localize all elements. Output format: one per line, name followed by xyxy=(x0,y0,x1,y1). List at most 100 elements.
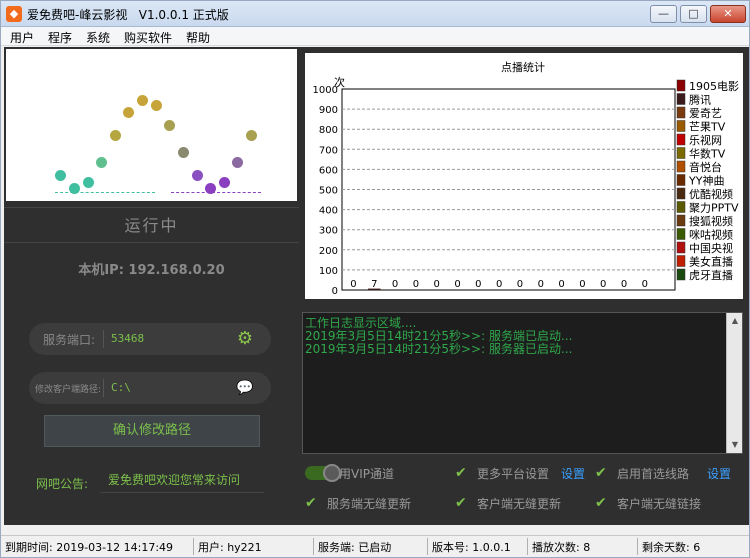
notice-input[interactable]: 爱免费吧欢迎您常来访问 xyxy=(100,467,264,493)
play-stats-chart: 点播统计 次 0 100 200 300 400 500 600 700 800 900 1000 0… xyxy=(305,53,743,299)
preferred-route-label: 启用首选线路 xyxy=(617,467,690,481)
client-path-field[interactable]: 修改客户端路径: C:\ 💬 xyxy=(29,372,271,404)
legend-label: YY神曲 xyxy=(688,174,724,188)
legend-swatch xyxy=(676,228,686,240)
y-tick-label: 900 xyxy=(319,105,338,116)
service-port-field[interactable]: 服务端口: 53468 ⚙ xyxy=(29,323,271,355)
vip-channel-toggle[interactable] xyxy=(305,464,341,482)
animation-dot xyxy=(110,130,121,141)
status-divider xyxy=(193,538,194,555)
bar-data-label: 7 xyxy=(371,279,377,290)
status-play-count: 播放次数: 8 xyxy=(532,541,591,554)
animation-dot xyxy=(232,157,243,168)
legend-swatch xyxy=(676,201,686,213)
bar-data-label: 0 xyxy=(413,279,419,290)
y-tick-label: 100 xyxy=(319,266,338,277)
legend-label: 乐视网 xyxy=(689,133,722,147)
legend-swatch xyxy=(676,174,686,186)
legend-label: 芒果TV xyxy=(689,121,726,134)
server-update-label: 服务端无缝更新 xyxy=(327,497,412,511)
status-divider xyxy=(313,538,314,555)
app-logo-icon: ◆ xyxy=(6,6,22,22)
menu-buy-software[interactable]: 购买软件 xyxy=(124,29,172,46)
animation-dot xyxy=(55,170,66,181)
scroll-up-icon[interactable]: ▲ xyxy=(727,313,743,329)
gear-icon[interactable]: ⚙ xyxy=(235,329,255,349)
legend-label: 美女直播 xyxy=(689,255,733,269)
chart-title: 点播统计 xyxy=(501,60,545,74)
client-update-label: 客户端无缝更新 xyxy=(477,497,562,511)
maximize-button[interactable]: □ xyxy=(680,5,707,23)
service-port-value[interactable]: 53468 xyxy=(111,332,144,345)
notice-label: 网吧公告: xyxy=(36,477,89,491)
client-path-label: 修改客户端路径: xyxy=(35,385,102,395)
legend-label: 咪咕视频 xyxy=(689,228,733,242)
bar-data-label: 0 xyxy=(642,279,648,290)
legend-label: 搜狐视频 xyxy=(689,214,733,228)
legend-swatch xyxy=(676,133,686,146)
field-divider xyxy=(103,330,104,348)
menu-user[interactable]: 用户 xyxy=(10,29,34,46)
bar-data-label: 0 xyxy=(475,279,481,290)
vip-channel-label: 用VIP通道 xyxy=(339,467,394,481)
legend-label: 虎牙直播 xyxy=(689,268,733,282)
check-icon[interactable]: ✔ xyxy=(455,466,469,480)
right-panel: 点播统计 次 0 100 200 300 400 500 600 700 800 900 1000 0… xyxy=(299,47,749,525)
status-divider xyxy=(427,538,428,555)
local-ip: 本机IP: 192.168.0.20 xyxy=(78,263,225,278)
animation-dot xyxy=(246,130,257,141)
check-icon[interactable]: ✔ xyxy=(595,496,609,510)
log-line: 2019年3月5日14时21分5秒>>: 服务器已启动... xyxy=(305,342,573,356)
bar-data-label: 0 xyxy=(434,279,440,290)
legend-label: 腾讯 xyxy=(689,93,711,107)
menu-program[interactable]: 程序 xyxy=(48,29,72,46)
animation-dot xyxy=(96,157,107,168)
more-platform-label: 更多平台设置 xyxy=(477,467,550,481)
animation-dot xyxy=(164,120,175,131)
close-button[interactable]: ✕ xyxy=(710,5,746,23)
bar-data-label: 0 xyxy=(579,279,585,290)
app-window: ◆ 爱免费吧-峰云影视 V1.0.0.1 正式版 — □ ✕ 用户 程序 系统 … xyxy=(0,0,750,558)
confirm-path-button[interactable]: 确认修改路径 xyxy=(44,415,260,447)
legend-label: 华数TV xyxy=(689,147,726,161)
chat-icon[interactable]: 💬 xyxy=(235,378,255,398)
y-tick-label: 500 xyxy=(319,186,338,197)
preferred-route-settings-link[interactable]: 设置 xyxy=(707,465,731,482)
client-path-value[interactable]: C:\ xyxy=(111,381,131,394)
status-days-left: 剩余天数: 6 xyxy=(642,541,701,554)
legend-swatch xyxy=(676,93,686,105)
minimize-button[interactable]: — xyxy=(650,5,677,23)
animation-dot xyxy=(151,100,162,111)
bar-data-label: 0 xyxy=(350,279,356,290)
animation-dot xyxy=(219,177,230,188)
log-area[interactable]: 工作日志显示区域.... 2019年3月5日14时21分5秒>>: 服务端已启动… xyxy=(302,312,743,454)
status-version: 版本号: 1.0.0.1 xyxy=(432,541,511,554)
check-icon[interactable]: ✔ xyxy=(455,496,469,510)
legend-label: 1905电影 xyxy=(689,80,739,93)
title-bar[interactable]: ◆ 爱免费吧-峰云影视 V1.0.0.1 正式版 — □ ✕ xyxy=(1,1,749,27)
bar-data-label: 0 xyxy=(538,279,544,290)
check-icon[interactable]: ✔ xyxy=(305,496,319,510)
bar-data-label: 0 xyxy=(621,279,627,290)
more-platform-settings-link[interactable]: 设置 xyxy=(561,465,585,482)
menu-system[interactable]: 系统 xyxy=(86,29,110,46)
animation-dot xyxy=(137,95,148,106)
status-user: 用户: hy221 xyxy=(198,541,262,554)
scroll-down-icon[interactable]: ▼ xyxy=(727,437,743,453)
y-tick-label: 300 xyxy=(319,226,338,237)
chart-canvas: 点播统计 次 010020030040050060070080090010000… xyxy=(313,60,739,297)
log-scrollbar[interactable]: ▲ ▼ xyxy=(726,313,742,453)
bar-data-label: 0 xyxy=(558,279,564,290)
legend-swatch xyxy=(676,241,686,254)
animation-dot xyxy=(83,177,94,188)
y-tick-label: 1000 xyxy=(313,85,338,96)
y-tick-label: 200 xyxy=(319,246,338,257)
status-divider xyxy=(527,538,528,555)
status-expiry: 到期时间: 2019-03-12 14:17:49 xyxy=(5,541,174,554)
animation-dot xyxy=(123,107,134,118)
bar-data-label: 0 xyxy=(392,279,398,290)
check-icon[interactable]: ✔ xyxy=(595,466,609,480)
legend-swatch xyxy=(676,187,686,200)
menu-help[interactable]: 帮助 xyxy=(186,29,210,46)
legend-label: 爱奇艺 xyxy=(689,107,722,120)
